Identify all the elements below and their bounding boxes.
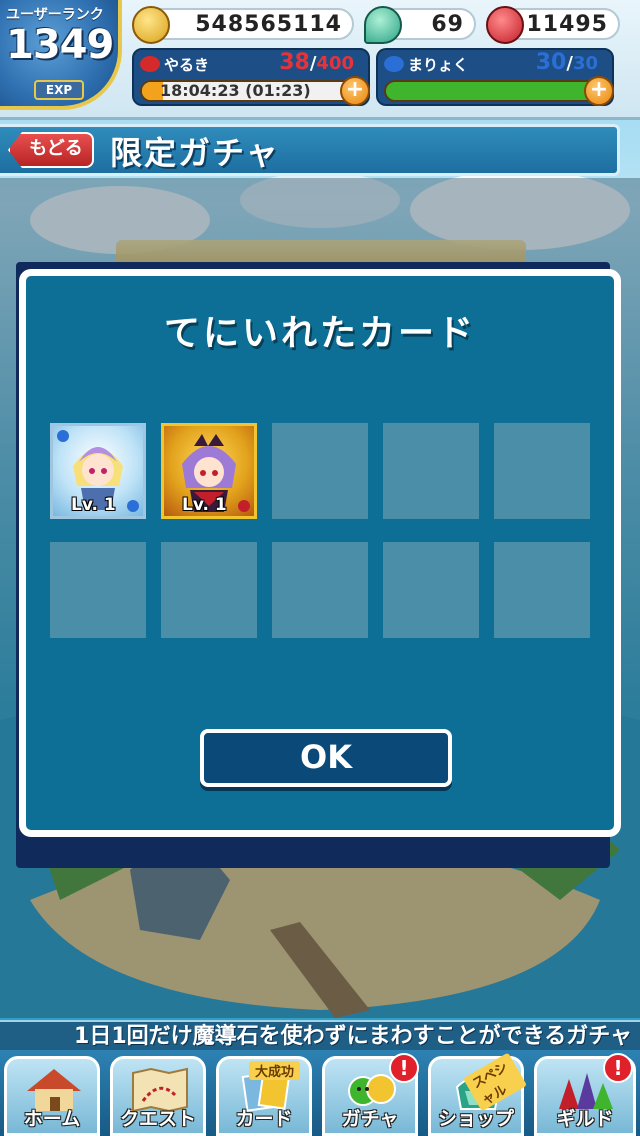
empty-card-slot (272, 423, 368, 519)
ticket-counter: 11495 (486, 6, 620, 44)
gem-counter: 69 (364, 6, 476, 44)
puyo-blue-icon (384, 56, 404, 72)
exp-label: EXP (34, 80, 84, 100)
ticket-value: 11495 (526, 12, 608, 37)
add-stamina-button[interactable]: + (340, 76, 370, 106)
gem-value: 69 (431, 12, 464, 37)
puyo-red-icon (140, 56, 160, 72)
rank-label: ユーザーランク (6, 7, 104, 23)
ticket-icon (486, 6, 524, 44)
page-title: 限定ガチャ (110, 134, 280, 172)
nav-label: ギルド (556, 1108, 614, 1130)
obtained-cards-dialog: てにいれたカード Lv. 1 Lv. 1 OK (19, 269, 621, 837)
empty-card-slot (50, 542, 146, 638)
card-slot-2[interactable]: Lv. 1 (161, 423, 257, 519)
magic-label: まりょく (408, 56, 469, 74)
card-slot-1[interactable]: Lv. 1 (50, 423, 146, 519)
coin-counter: 548565114 (132, 6, 354, 44)
nav-label: カード (235, 1108, 293, 1130)
magic-count: 30/30 (535, 50, 598, 75)
empty-card-slot (383, 423, 479, 519)
nav-gacha[interactable]: ! ガチャ (322, 1053, 419, 1136)
nav-card[interactable]: 大成功 カード (216, 1056, 312, 1136)
stamina-timer: 18:04:23 (01:23) (160, 81, 311, 100)
empty-card-slot (161, 542, 257, 638)
magic-bar (384, 80, 608, 102)
back-button[interactable]: もどる (8, 132, 94, 168)
nav-label: ショップ (437, 1108, 514, 1130)
stamina-label: やるき (164, 56, 210, 74)
ticker-text: 1日1回だけ魔導石を使わずにまわすことができるガチャ (74, 1024, 632, 1049)
card-level: Lv. 1 (182, 495, 227, 515)
rank-value: 1349 (6, 22, 114, 68)
empty-card-slot (494, 542, 590, 638)
nav-label: クエスト (119, 1108, 196, 1130)
stamina-gauge: やるき 38/400 18:04:23 (01:23) (132, 48, 370, 106)
alert-icon: ! (603, 1053, 633, 1083)
gem-icon (364, 6, 402, 44)
empty-card-slot (494, 423, 590, 519)
stamina-count: 38/400 (279, 50, 354, 75)
card-level: Lv. 1 (71, 495, 116, 515)
stamina-bar: 18:04:23 (01:23) (140, 80, 364, 102)
magic-gauge: まりょく 30/30 (376, 48, 614, 106)
nav-guild[interactable]: ! ギルド (534, 1053, 636, 1136)
coin-icon (132, 6, 170, 44)
dialog-title: てにいれたカード (163, 313, 476, 354)
nav-quest[interactable]: クエスト (110, 1056, 206, 1136)
magic-fill (386, 82, 606, 100)
nav-shop[interactable]: スペシャル ショップ (428, 1052, 528, 1136)
alert-icon: ! (389, 1053, 419, 1083)
nav-label: ガチャ (341, 1108, 399, 1130)
empty-card-slot (272, 542, 368, 638)
add-magic-button[interactable]: + (584, 76, 614, 106)
nav-label: ホーム (23, 1108, 81, 1130)
nav-home[interactable]: ホーム (4, 1056, 100, 1136)
ok-button[interactable]: OK (200, 729, 452, 787)
empty-card-slot (383, 542, 479, 638)
success-ribbon: 大成功 (249, 1061, 301, 1080)
coin-value: 548565114 (195, 12, 342, 37)
